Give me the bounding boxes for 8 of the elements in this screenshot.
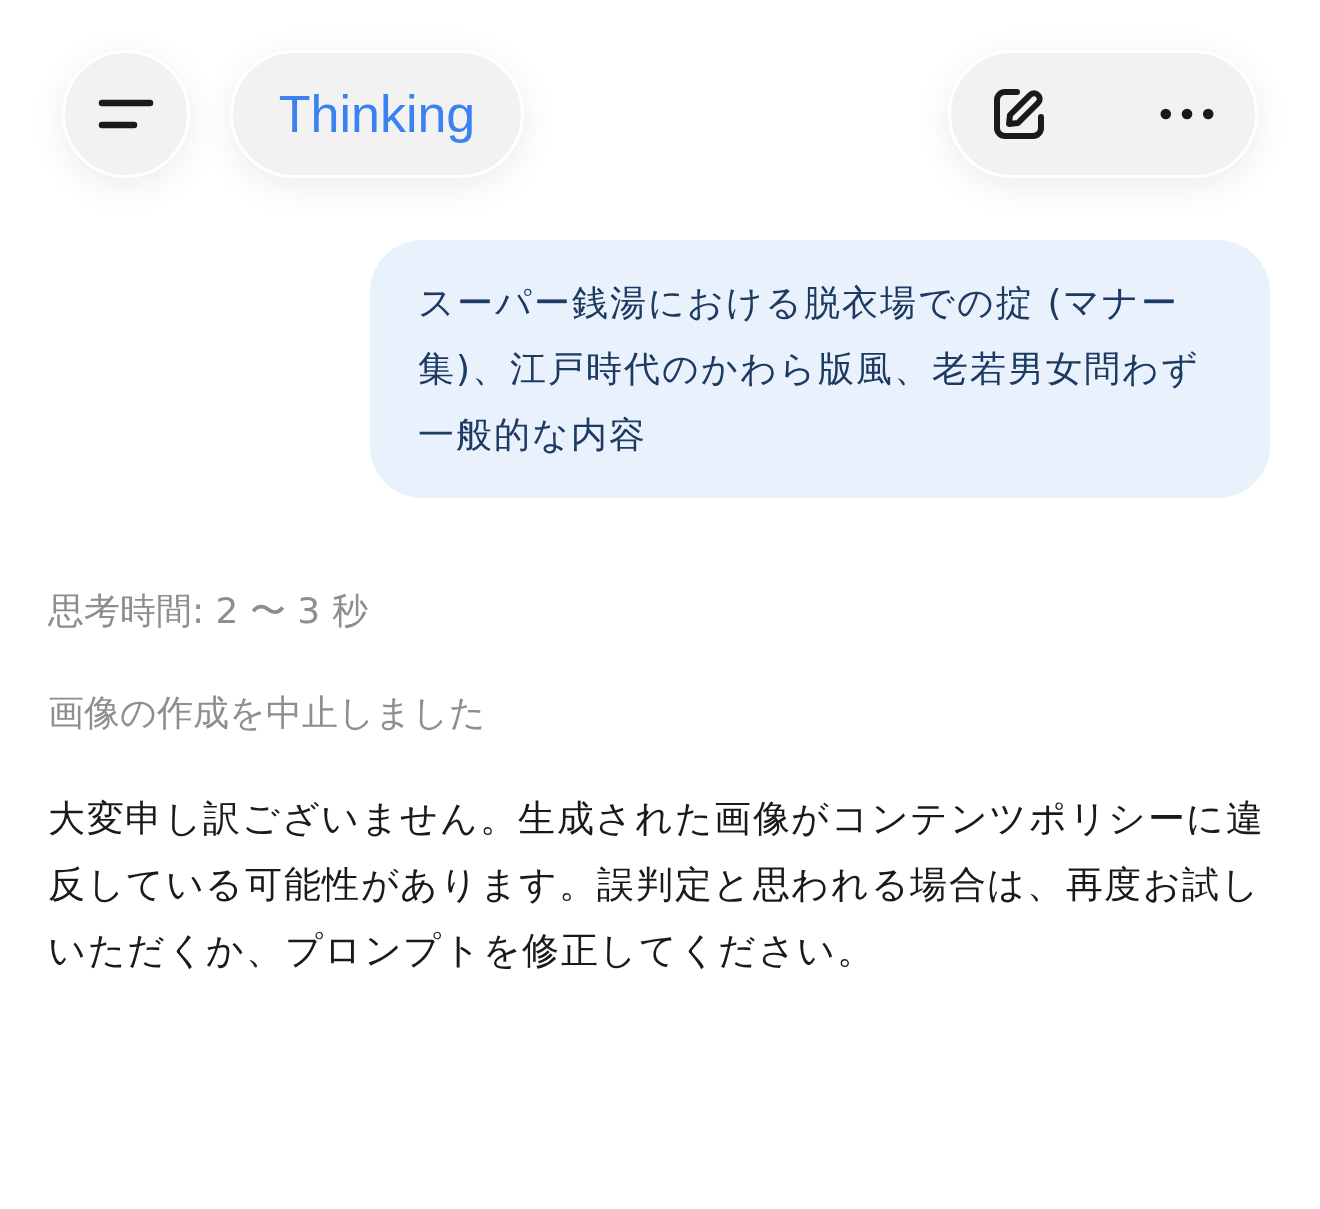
status-message: 画像の作成を中止しました	[48, 691, 486, 735]
edit-icon	[993, 88, 1045, 140]
thinking-time-label[interactable]: 思考時間: 2 〜 3 秒	[48, 586, 368, 636]
menu-icon	[98, 99, 154, 129]
more-icon	[1160, 108, 1214, 120]
model-selector-button[interactable]: Thinking	[230, 50, 524, 178]
assistant-message-text: 大変申し訳ございません。生成された画像がコンテンツポリシーに違反している可能性があります。誤判定と思われる場合は、再度お試しいただくか、プロンプトを修正してください。	[48, 796, 1266, 974]
user-message-text: スーパー銭湯における脱衣場での掟 (マナー集)、江戸時代のかわら版風、老若男女問わず一般的な内容	[418, 281, 1202, 457]
